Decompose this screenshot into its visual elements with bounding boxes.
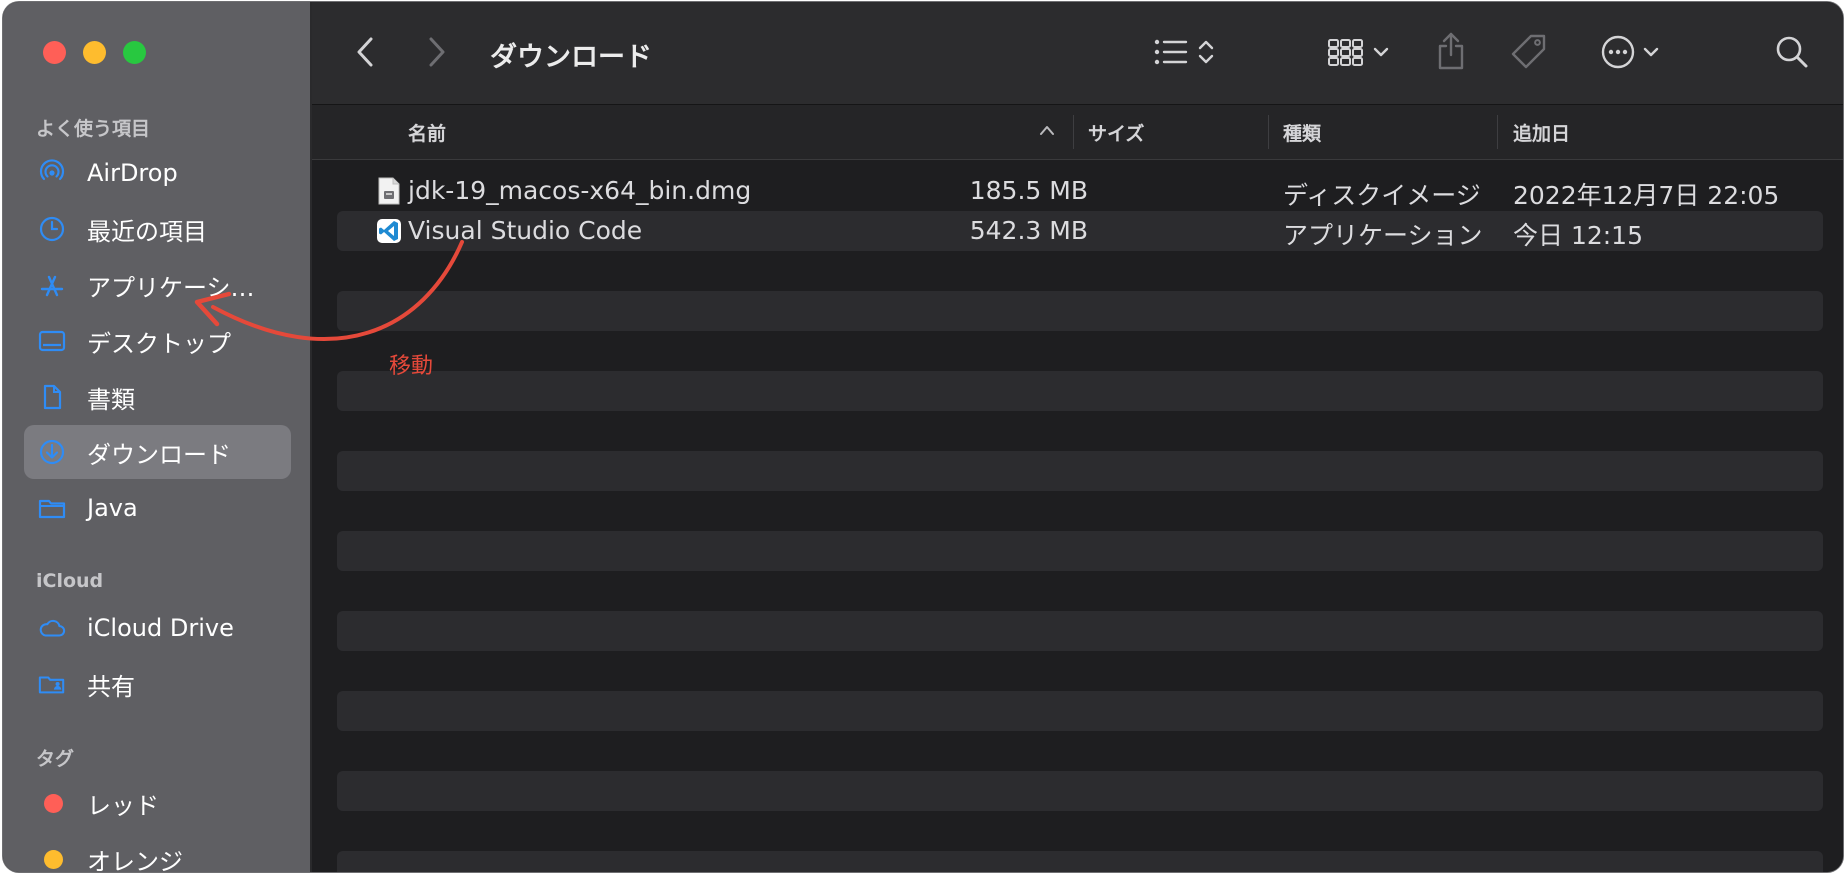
finder-window: よく使う項目 AirDrop 最近の項目 アプリケーシ… デスクトップ 書類 ダ…	[3, 2, 1843, 872]
annotation-arrow	[194, 240, 464, 341]
annotation-label: 移動	[389, 354, 434, 379]
